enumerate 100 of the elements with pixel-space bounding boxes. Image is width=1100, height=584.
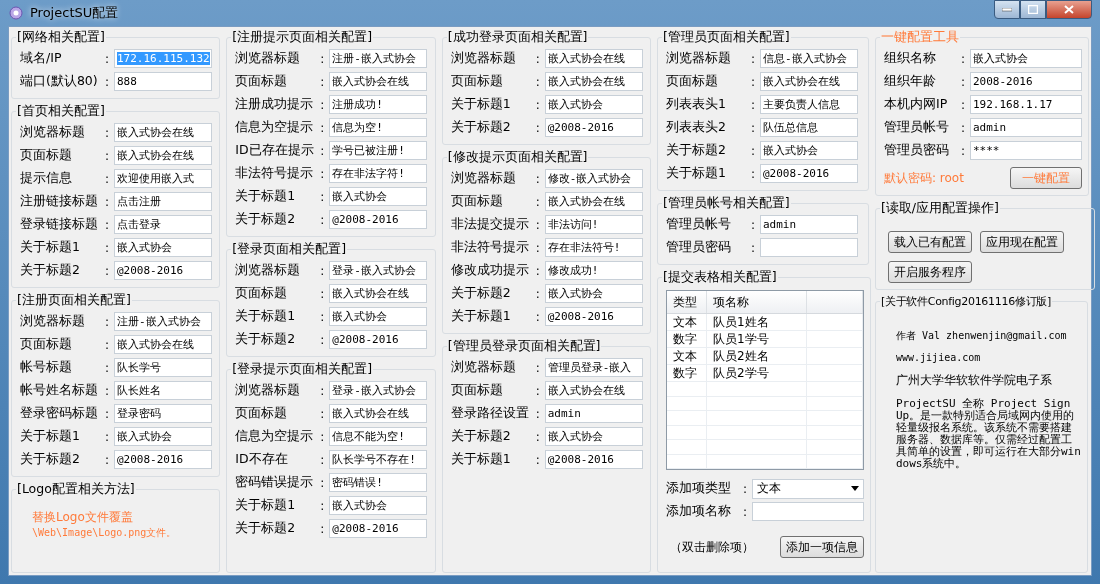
type-dropdown[interactable]: 文本: [752, 478, 864, 499]
text-field[interactable]: 点击注册: [114, 192, 212, 211]
text-field[interactable]: 注册-嵌入式协会: [114, 312, 212, 331]
text-field[interactable]: 嵌入式协会在线: [544, 72, 643, 91]
table-cell: 队员1学号: [707, 331, 807, 347]
table-cell: 数字: [667, 365, 707, 381]
minimize-icon: [1002, 7, 1012, 12]
text-field[interactable]: 嵌入式协会在线: [544, 192, 643, 211]
colon-text: :: [534, 120, 541, 135]
text-field[interactable]: 嵌入式协会: [544, 95, 643, 114]
text-field[interactable]: 嵌入式协会: [970, 49, 1082, 68]
text-field[interactable]: 888: [114, 72, 212, 91]
colon-text: :: [103, 51, 110, 66]
text-field[interactable]: @2008-2016: [329, 519, 428, 538]
text-field[interactable]: 存在非法符号!: [544, 238, 643, 257]
field-label: 浏览器标题: [450, 50, 517, 67]
field-label: 信息为空提示: [235, 428, 315, 445]
maximize-button[interactable]: [1020, 0, 1046, 19]
text-field[interactable]: @2008-2016: [329, 330, 428, 349]
field-label: 浏览器标题: [666, 50, 732, 67]
text-field[interactable]: 主要负责人信息: [760, 95, 858, 114]
text-field[interactable]: [752, 502, 864, 521]
text-field[interactable]: 嵌入式协会在线: [114, 123, 212, 142]
text-field[interactable]: 存在非法字符!: [329, 164, 428, 183]
action-button[interactable]: 开启服务程序: [888, 261, 972, 283]
colon-text: :: [103, 125, 110, 140]
column-header[interactable]: 类型: [667, 291, 707, 313]
text-field[interactable]: 非法访问!: [544, 215, 643, 234]
text-field[interactable]: @2008-2016: [114, 450, 212, 469]
field-label: 信息为空提示: [235, 119, 315, 136]
text-field[interactable]: 点击登录: [114, 215, 212, 234]
text-field[interactable]: 嵌入式协会: [329, 307, 428, 326]
text-field[interactable]: admin: [544, 404, 643, 423]
text-field[interactable]: @2008-2016: [544, 307, 643, 326]
text-field[interactable]: 队长学号不存在!: [329, 450, 428, 469]
text-field[interactable]: 修改-嵌入式协会: [544, 169, 643, 188]
colon-text: :: [959, 120, 966, 135]
field-label: 添加项类型: [666, 480, 732, 497]
text-field[interactable]: 登录-嵌入式协会: [329, 261, 428, 280]
table-cell: 文本: [667, 314, 707, 330]
action-button[interactable]: 应用现在配置: [980, 231, 1064, 253]
field-label: 注册链接标题: [20, 193, 99, 210]
close-button[interactable]: [1046, 0, 1092, 19]
text-field[interactable]: 注册-嵌入式协会: [329, 49, 428, 68]
text-field[interactable]: 2008-2016: [970, 72, 1082, 91]
text-field[interactable]: @2008-2016: [329, 210, 428, 229]
text-field[interactable]: 信息-嵌入式协会: [760, 49, 858, 68]
text-field[interactable]: 嵌入式协会: [760, 141, 858, 160]
field-label: 非法符号提示: [235, 165, 315, 182]
text-field[interactable]: 信息为空!: [329, 118, 428, 137]
text-field[interactable]: @2008-2016: [760, 164, 858, 183]
text-field[interactable]: 嵌入式协会在线: [544, 381, 643, 400]
text-field[interactable]: 嵌入式协会: [329, 187, 428, 206]
field-label: 域名/IP: [20, 50, 63, 67]
text-field[interactable]: 队长姓名: [114, 381, 212, 400]
text-field[interactable]: 嵌入式协会: [544, 427, 643, 446]
text-field[interactable]: 修改成功!: [544, 261, 643, 280]
group-title: [管理员页面相关配置]: [662, 29, 791, 46]
field-label: 页面标题: [666, 73, 719, 90]
text-field[interactable]: 信息不能为空!: [329, 427, 428, 446]
colon-text: :: [319, 383, 326, 398]
colon-text: :: [534, 406, 541, 421]
text-field[interactable]: 队长学号: [114, 358, 212, 377]
note-text: \Web\Image\Logo.png文件。: [32, 526, 178, 540]
window-title: ProjectSU配置: [30, 4, 119, 22]
add-item-button[interactable]: 添加一项信息: [780, 536, 864, 558]
text-field[interactable]: 密码错误!: [329, 473, 428, 492]
text-field[interactable]: 嵌入式协会: [114, 238, 212, 257]
text-field[interactable]: 嵌入式协会在线: [329, 72, 428, 91]
text-field[interactable]: 注册成功!: [329, 95, 428, 114]
text-field[interactable]: 嵌入式协会: [544, 284, 643, 303]
text-field[interactable]: @2008-2016: [544, 118, 643, 137]
text-field[interactable]: 欢迎使用嵌入式: [114, 169, 212, 188]
colon-text: :: [959, 97, 966, 112]
column-header[interactable]: 项名称: [707, 291, 807, 313]
text-field[interactable]: 登录-嵌入式协会: [329, 381, 428, 400]
text-field[interactable]: 嵌入式协会在线: [329, 284, 428, 303]
text-field[interactable]: 192.168.1.17: [970, 95, 1082, 114]
text-field[interactable]: 嵌入式协会在线: [114, 146, 212, 165]
text-field[interactable]: 嵌入式协会在线: [114, 335, 212, 354]
text-field[interactable]: @2008-2016: [544, 450, 643, 469]
text-field[interactable]: 嵌入式协会在线: [329, 404, 428, 423]
text-field[interactable]: ****: [970, 141, 1082, 160]
text-field[interactable]: 学号已被注册!: [329, 141, 428, 160]
text-field[interactable]: 嵌入式协会在线: [544, 49, 643, 68]
text-field[interactable]: 管理员登录-嵌入: [544, 358, 643, 377]
text-field[interactable]: 登录密码: [114, 404, 212, 423]
field-label: 管理员密码: [884, 142, 950, 159]
text-field[interactable]: admin: [760, 215, 858, 234]
group-title: [登录页面相关配置]: [231, 241, 348, 258]
text-field[interactable]: 队伍总信息: [760, 118, 858, 137]
field-label: 浏览器标题: [20, 124, 86, 141]
text-field[interactable]: 嵌入式协会: [329, 496, 428, 515]
action-button[interactable]: 载入已有配置: [888, 231, 972, 253]
text-field[interactable]: 嵌入式协会在线: [760, 72, 858, 91]
text-field[interactable]: admin: [970, 118, 1082, 137]
minimize-button[interactable]: [994, 0, 1020, 19]
text-field[interactable]: [760, 238, 858, 257]
text-field[interactable]: 嵌入式协会: [114, 427, 212, 446]
text-field[interactable]: @2008-2016: [114, 261, 212, 280]
